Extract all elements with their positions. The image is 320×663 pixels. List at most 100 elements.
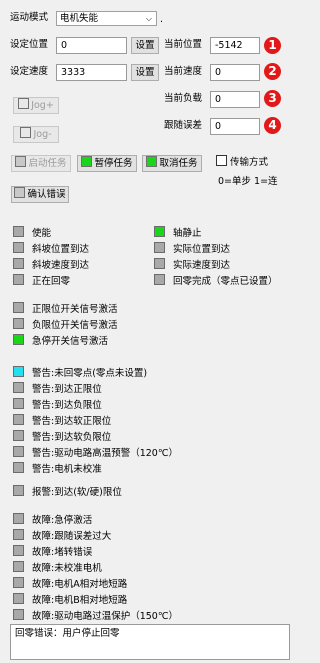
status-indicator-label: 故障:急停激活: [32, 515, 93, 526]
status-indicator-label: 故障:驱动电路过温保护（150℃）: [32, 611, 179, 622]
warning-item: 警告:到达正限位: [13, 382, 102, 395]
status-indicator-label: 实际速度到达: [173, 260, 231, 271]
cancel-task-swatch: [146, 156, 158, 167]
status-left-item: 正在回零: [13, 274, 70, 287]
mode-label: 运动模式: [10, 12, 49, 23]
warning-item: 警告:到达软负限位: [13, 430, 111, 443]
pause-task-label: 暂停任务: [94, 158, 133, 169]
status-indicator-label: 斜坡位置到达: [32, 244, 90, 255]
status-indicator-lamp: [13, 485, 24, 496]
status-indicator-lamp: [13, 593, 24, 604]
follow-error-field: 0: [210, 118, 260, 135]
fault-item: 故障:未校准电机: [13, 561, 102, 574]
mode-select[interactable]: 电机失能 ⌵: [56, 11, 157, 26]
status-right-item: 实际速度到达: [154, 258, 230, 271]
transfer-checkbox-box[interactable]: [216, 155, 227, 166]
set-position-input[interactable]: 0: [56, 37, 127, 54]
transfer-hint: 0=单步 1=连: [218, 176, 278, 187]
current-speed-field: 0: [210, 64, 260, 81]
status-indicator-label: 警告:到达软负限位: [32, 432, 112, 443]
status-left-item: 使能: [13, 226, 51, 239]
current-load-label: 当前负载: [164, 93, 203, 104]
follow-error-label: 跟随误差: [164, 120, 203, 131]
warning-item: 警告:未回零点(零点未设置): [13, 366, 147, 379]
badge-3: 3: [264, 90, 281, 107]
jog-minus-label: Jog-: [33, 129, 52, 140]
badge-2: 2: [264, 63, 281, 80]
status-indicator-lamp: [13, 226, 24, 237]
status-right-item: 实际位置到达: [154, 242, 230, 255]
cancel-task-button[interactable]: 取消任务: [142, 155, 202, 172]
status-indicator-label: 正限位开关信号激活: [32, 304, 118, 315]
current-position-label: 当前位置: [164, 39, 203, 50]
status-indicator-label: 故障:电机B相对地短路: [32, 595, 128, 606]
status-indicator-label: 急停开关信号激活: [32, 336, 109, 347]
status-indicator-label: 实际位置到达: [173, 244, 231, 255]
pause-task-swatch: [81, 156, 93, 167]
fault-item: 故障:跟随误差过大: [13, 529, 111, 542]
fault-item: 故障:急停激活: [13, 513, 92, 526]
status-indicator-lamp: [13, 366, 24, 377]
warning-item: 警告:到达软正限位: [13, 414, 111, 427]
set-speed-button[interactable]: 设置: [131, 64, 159, 81]
jog-plus-button[interactable]: Jog+: [13, 97, 59, 114]
status-indicator-label: 故障:未校准电机: [32, 563, 102, 574]
set-position-button[interactable]: 设置: [131, 37, 159, 54]
start-task-label: 启动任务: [28, 158, 67, 169]
chevron-down-icon: ⌵: [145, 14, 152, 23]
status-indicator-label: 负限位开关信号激活: [32, 320, 118, 331]
status-indicator-label: 报警:到达(软/硬)限位: [32, 487, 122, 498]
status-indicator-lamp: [13, 382, 24, 393]
status-indicator-lamp: [13, 561, 24, 572]
confirm-error-button[interactable]: 确认错误: [11, 186, 69, 203]
status-left-item: 斜坡位置到达: [13, 242, 89, 255]
status-indicator-label: 故障:跟随误差过大: [32, 531, 112, 542]
set-speed-label: 设定速度: [10, 66, 49, 77]
limit-switch-item: 正限位开关信号激活: [13, 302, 118, 315]
transfer-mode-checkbox[interactable]: 传输方式: [216, 155, 268, 170]
status-indicator-lamp: [13, 334, 24, 345]
status-indicator-label: 斜坡速度到达: [32, 260, 90, 271]
badge-4: 4: [264, 117, 281, 134]
status-indicator-lamp: [13, 513, 24, 524]
status-indicator-lamp: [13, 545, 24, 556]
status-indicator-lamp: [13, 318, 24, 329]
set-position-label: 设定位置: [10, 39, 49, 50]
status-indicator-lamp: [13, 609, 24, 620]
status-indicator-label: 使能: [32, 228, 52, 239]
status-indicator-label: 警告:未回零点(零点未设置): [32, 368, 148, 379]
warning-item: 警告:驱动电路高温预警（120℃）: [13, 446, 178, 459]
status-indicator-lamp: [13, 577, 24, 588]
start-task-button[interactable]: 启动任务: [11, 155, 71, 172]
message-box: 回零错误：用户停止回零: [10, 624, 290, 660]
alarm-item: 报警:到达(软/硬)限位: [13, 485, 122, 498]
status-indicator-lamp: [13, 258, 24, 269]
status-indicator-lamp: [13, 462, 24, 473]
status-indicator-label: 警告:到达正限位: [32, 384, 102, 395]
status-right-item: 轴静止: [154, 226, 202, 239]
mode-value: 电机失能: [60, 13, 99, 24]
mode-dot: .: [160, 14, 164, 25]
jog-minus-button[interactable]: Jog-: [13, 126, 59, 143]
jog-plus-swatch: [18, 98, 30, 109]
cancel-task-label: 取消任务: [159, 158, 198, 169]
status-indicator-lamp: [13, 302, 24, 313]
fault-item: 故障:驱动电路过温保护（150℃）: [13, 609, 178, 622]
status-left-item: 斜坡速度到达: [13, 258, 89, 271]
status-indicator-label: 警告:到达负限位: [32, 400, 102, 411]
confirm-error-label: 确认错误: [27, 189, 66, 200]
status-indicator-label: 警告:到达软正限位: [32, 416, 112, 427]
status-indicator-label: 回零完成（零点已设置）: [173, 276, 278, 287]
status-indicator-lamp: [13, 529, 24, 540]
current-position-field: -5142: [210, 37, 260, 54]
limit-switch-item: 急停开关信号激活: [13, 334, 108, 347]
status-indicator-lamp: [13, 446, 24, 457]
status-indicator-lamp: [154, 226, 165, 237]
status-indicator-lamp: [154, 242, 165, 253]
pause-task-button[interactable]: 暂停任务: [77, 155, 137, 172]
status-indicator-label: 正在回零: [32, 276, 71, 287]
warning-item: 警告:电机未校准: [13, 462, 102, 475]
status-right-item: 回零完成（零点已设置）: [154, 274, 278, 287]
start-task-swatch: [15, 156, 27, 167]
set-speed-input[interactable]: 3333: [56, 64, 127, 81]
